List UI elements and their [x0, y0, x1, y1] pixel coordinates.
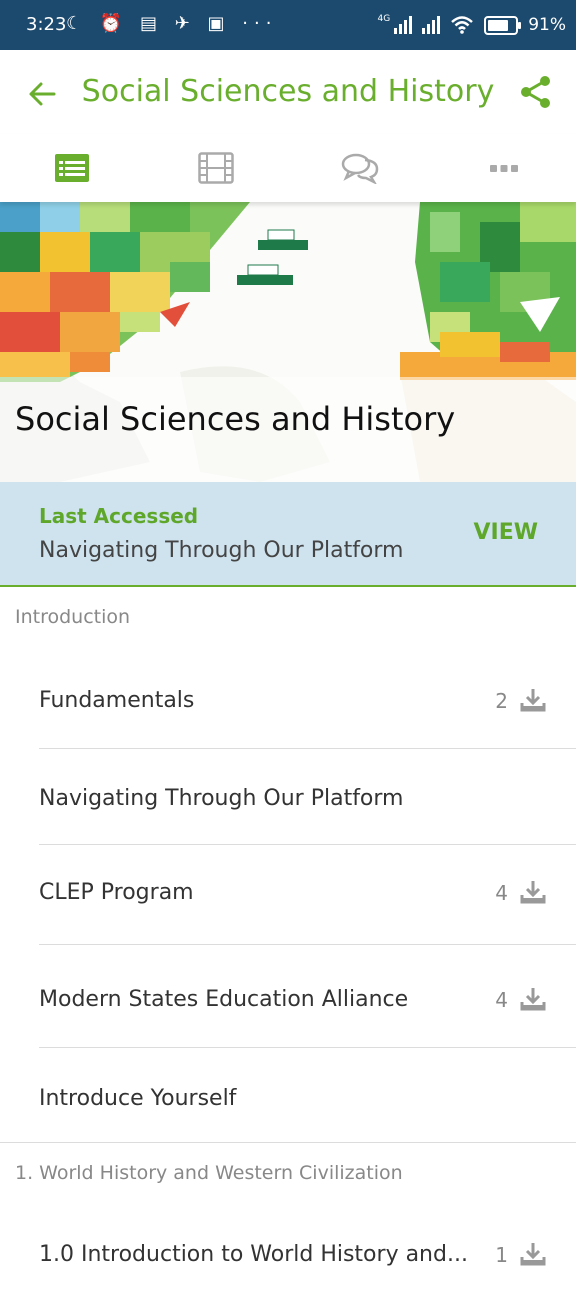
network-type-label: 4G — [377, 14, 391, 24]
list-item[interactable]: Fundamentals 2 — [39, 652, 576, 749]
course-title: Social Sciences and History — [15, 400, 456, 438]
section-header: 1. World History and Western Civilizatio… — [15, 1162, 403, 1184]
lesson-count: 1 — [495, 1243, 508, 1267]
lesson-title: CLEP Program — [39, 880, 194, 905]
lesson-title: Introduce Yourself — [39, 1086, 237, 1111]
film-icon — [198, 152, 234, 184]
tab-more[interactable] — [432, 134, 576, 202]
list-item[interactable]: Modern States Education Alliance 4 — [39, 945, 576, 1048]
app-bar: Social Sciences and History — [0, 50, 576, 134]
lesson-title: Modern States Education Alliance — [39, 987, 409, 1012]
wifi-icon — [451, 16, 474, 34]
list-item[interactable]: Navigating Through Our Platform — [39, 748, 576, 845]
course-banner: Social Sciences and History — [0, 202, 576, 482]
download-icon[interactable] — [520, 1241, 546, 1267]
status-time: 3:23 — [26, 14, 67, 35]
section-divider — [0, 1142, 576, 1143]
battery-percent: 91 — [528, 15, 550, 35]
last-accessed-lesson: Navigating Through Our Platform — [39, 538, 404, 563]
download-icon[interactable] — [520, 986, 546, 1012]
list-item[interactable]: Introduce Yourself — [39, 1048, 576, 1144]
list-item[interactable]: CLEP Program 4 — [39, 844, 576, 945]
download-icon[interactable] — [520, 879, 546, 905]
more-dots-icon — [490, 165, 518, 172]
section-header: Introduction — [15, 606, 131, 628]
tab-discussions[interactable] — [288, 134, 432, 202]
status-bar: 3:23 ☾ ⏰ ▤ ✈ ▣ ··· 4G 91% — [0, 0, 576, 50]
status-right: 4G 91% — [377, 14, 567, 35]
list-icon — [55, 154, 89, 182]
signal-icon — [394, 16, 413, 34]
lesson-title: Fundamentals — [39, 688, 195, 713]
chat-bubbles-icon — [341, 153, 379, 184]
signal-icon-2 — [422, 16, 441, 34]
list-item[interactable]: 1.0 Introduction to World History and...… — [39, 1206, 576, 1302]
share-icon[interactable] — [516, 72, 556, 112]
notification-icons: ☾ ⏰ ▤ ✈ ▣ ··· — [66, 13, 278, 34]
world-landmarks-illustration — [0, 202, 576, 482]
lesson-count: 4 — [495, 881, 508, 905]
lesson-title: 1.0 Introduction to World History and... — [39, 1242, 468, 1267]
view-button[interactable]: VIEW — [473, 520, 538, 545]
lesson-count: 4 — [495, 988, 508, 1012]
battery-icon — [484, 15, 522, 35]
page-title: Social Sciences and History — [81, 74, 495, 109]
lesson-count: 2 — [495, 689, 508, 713]
tab-bar — [0, 134, 576, 202]
download-icon[interactable] — [520, 687, 546, 713]
last-accessed-card[interactable]: Last Accessed Navigating Through Our Pla… — [0, 482, 576, 587]
last-accessed-label: Last Accessed — [39, 504, 199, 528]
tab-videos[interactable] — [144, 134, 288, 202]
lesson-title: Navigating Through Our Platform — [39, 786, 404, 811]
tab-lessons[interactable] — [0, 134, 144, 202]
